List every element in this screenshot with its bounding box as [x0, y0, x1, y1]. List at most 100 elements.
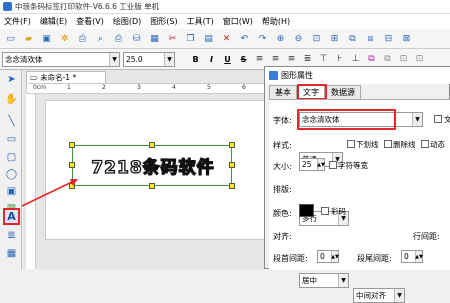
resize-handle[interactable]: [229, 183, 235, 189]
para-after-stepper[interactable]: 0 ▲▼: [401, 250, 423, 263]
zoom-page-icon[interactable]: ⊞: [328, 32, 341, 45]
vertical-ruler: [26, 94, 36, 269]
chevron-down-icon[interactable]: ▼: [394, 289, 404, 302]
spin-arrows-icon[interactable]: ▲▼: [331, 251, 339, 262]
group-icon[interactable]: ⧉: [346, 32, 359, 45]
menu-shape[interactable]: 图形(S): [150, 16, 177, 27]
hand-icon[interactable]: ✋: [4, 92, 19, 107]
save-icon[interactable]: ▣: [40, 32, 53, 45]
resize-handle[interactable]: [149, 142, 155, 148]
chevron-down-icon[interactable]: ▼: [412, 113, 422, 126]
strike-checkbox[interactable]: [384, 140, 392, 148]
resize-handle[interactable]: [149, 183, 155, 189]
resize-handle[interactable]: [69, 162, 75, 168]
align-justify-icon[interactable]: ≣: [301, 53, 314, 66]
rectangle-tool-icon[interactable]: ▭: [4, 132, 19, 147]
underline-checkbox[interactable]: [347, 140, 355, 148]
spin-arrows-icon[interactable]: ▲▼: [415, 251, 423, 262]
new-icon[interactable]: ▭: [4, 32, 17, 45]
ruler-label: 5: [207, 84, 211, 91]
resize-handle[interactable]: [229, 142, 235, 148]
text-bottom-icon[interactable]: ⊥: [349, 53, 362, 66]
bold-button[interactable]: B: [189, 53, 202, 66]
text-top-icon[interactable]: ⊤: [317, 53, 330, 66]
shape-properties-dialog: 图形属性 基本 文字 数据源 字体: 念念清欢体 ▼ 文 样式: 普通 ▼ 下划…: [264, 66, 450, 303]
ruler-label: 2: [102, 84, 106, 91]
copy-icon[interactable]: ❐: [184, 32, 197, 45]
chevron-down-icon[interactable]: ▼: [164, 52, 174, 66]
database-icon[interactable]: ⛁: [130, 32, 143, 45]
print-icon[interactable]: ⎙: [112, 32, 125, 45]
layer-front-icon[interactable]: ⧉: [365, 53, 378, 66]
resize-handle[interactable]: [69, 183, 75, 189]
menu-draw[interactable]: 绘图(D): [113, 16, 141, 27]
para-before-stepper[interactable]: 0 ▲▼: [317, 250, 339, 263]
text-middle-icon[interactable]: ⊦: [333, 53, 346, 66]
menu-tools[interactable]: 工具(T): [187, 16, 214, 27]
chevron-down-icon[interactable]: ▼: [338, 274, 348, 287]
document-tab[interactable]: ▭ 未命名-1 *: [26, 71, 106, 83]
equal-width-checkbox[interactable]: [329, 161, 337, 169]
align-center-icon[interactable]: ≡: [269, 53, 282, 66]
line-tool-icon[interactable]: ╲: [4, 114, 19, 129]
font-name-select[interactable]: 念念清欢体 ▼: [2, 51, 120, 67]
pointer-icon[interactable]: ➤: [4, 72, 19, 87]
undo-icon[interactable]: ↶: [238, 32, 251, 45]
resize-handle[interactable]: [229, 162, 235, 168]
ellipse-tool-icon[interactable]: ◯: [4, 167, 19, 182]
menu-view[interactable]: 查看(V): [76, 16, 104, 27]
resize-handle[interactable]: [69, 142, 75, 148]
chevron-down-icon[interactable]: ▼: [109, 52, 119, 66]
align-h-select[interactable]: 居中 ▼: [299, 273, 349, 288]
size-stepper[interactable]: 25 ▲▼: [299, 158, 325, 171]
italic-button[interactable]: I: [205, 53, 218, 66]
font-label: 字体:: [273, 116, 292, 125]
unlock-icon[interactable]: ⊡: [413, 53, 426, 66]
menu-help[interactable]: 帮助(H): [262, 16, 290, 27]
align-icon[interactable]: ⊟: [382, 32, 395, 45]
distribute-icon[interactable]: ⊠: [400, 32, 413, 45]
strike-button[interactable]: S: [237, 53, 250, 66]
paste-icon[interactable]: ▤: [202, 32, 215, 45]
zoom-in-icon[interactable]: ⊕: [274, 32, 287, 45]
zoom-fit-icon[interactable]: ⊡: [310, 32, 323, 45]
table-tool-icon[interactable]: ▦: [4, 246, 19, 261]
image-tool-icon[interactable]: ▣: [4, 184, 19, 199]
menu-edit[interactable]: 编辑(E): [40, 16, 67, 27]
delete-icon[interactable]: ✕: [220, 32, 233, 45]
layer-back-icon[interactable]: ⧉: [381, 53, 394, 66]
underline-button[interactable]: U: [221, 53, 234, 66]
rich-text-tool-icon[interactable]: ≣: [4, 228, 19, 243]
color-swatch[interactable]: [299, 204, 314, 217]
ruler-label: 3: [137, 84, 141, 91]
color-code-checkbox[interactable]: [321, 207, 329, 215]
font-extra-checkbox[interactable]: [434, 115, 442, 123]
align-v-select[interactable]: 中间对齐 ▼: [353, 288, 405, 303]
grid-icon[interactable]: ▦: [148, 32, 161, 45]
align-left-icon[interactable]: ≡: [253, 53, 266, 66]
lock-icon[interactable]: ⊡: [397, 53, 410, 66]
tab-highlight: [297, 84, 327, 100]
font-size-select[interactable]: 25.0 ▼: [123, 51, 175, 67]
cut-icon[interactable]: ✂: [166, 32, 179, 45]
search-icon[interactable]: ⌕: [94, 32, 107, 45]
tab-basic[interactable]: 基本: [269, 85, 297, 99]
text-tool-icon[interactable]: A: [3, 208, 20, 225]
print-preview-icon[interactable]: ⎙: [76, 32, 89, 45]
tab-datasource[interactable]: 数据源: [325, 85, 361, 99]
zoom-out-icon[interactable]: ⊖: [292, 32, 305, 45]
app-title: 中琅条码标签打印软件-V6.6.6 工业版 单机: [15, 2, 160, 11]
open-icon[interactable]: ▰: [22, 32, 35, 45]
font-highlight: [297, 109, 396, 130]
spin-arrows-icon[interactable]: ▲▼: [317, 159, 325, 170]
ungroup-icon[interactable]: ⧈: [364, 32, 377, 45]
redo-icon[interactable]: ↷: [256, 32, 269, 45]
align-right-icon[interactable]: ≡: [285, 53, 298, 66]
settings-icon[interactable]: ✲: [58, 32, 71, 45]
dynamic-checkbox[interactable]: [421, 140, 429, 148]
canvas-text[interactable]: 7218条码软件: [78, 150, 228, 180]
menu-file[interactable]: 文件(F): [4, 16, 31, 27]
round-rect-tool-icon[interactable]: ▢: [4, 150, 19, 165]
font-size-value: 25.0: [126, 54, 143, 64]
menu-window[interactable]: 窗口(W): [223, 16, 253, 27]
